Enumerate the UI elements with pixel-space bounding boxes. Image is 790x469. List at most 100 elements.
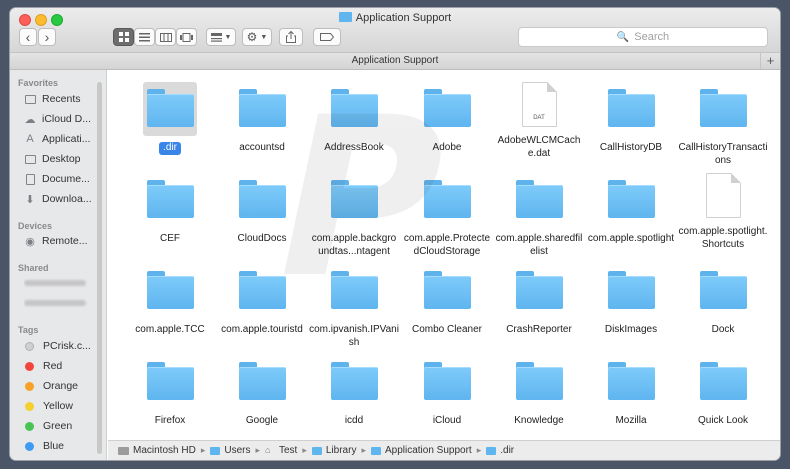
tag-icon bbox=[320, 33, 334, 41]
file-label: Google bbox=[217, 415, 307, 428]
folder-item[interactable]: com.ipvanish.IPVanish bbox=[309, 264, 399, 349]
folder-item[interactable]: com.apple.spotlight bbox=[586, 173, 676, 246]
folder-icon bbox=[330, 362, 378, 400]
folder-item[interactable]: CallHistoryDB bbox=[586, 82, 676, 155]
breadcrumb-users[interactable]: Users bbox=[210, 445, 250, 456]
file-item[interactable]: com.apple.spotlight.Shortcuts bbox=[678, 173, 768, 251]
file-label: .dir bbox=[125, 142, 215, 155]
sidebar-tag-yellow[interactable]: Yellow bbox=[24, 398, 106, 414]
file-name: com.apple.backgroundtas...ntagent bbox=[311, 233, 397, 257]
folder-item[interactable]: Knowledge bbox=[494, 355, 584, 428]
disc-icon: ◉ bbox=[25, 235, 35, 248]
file-label: CallHistoryTransactions bbox=[678, 142, 768, 167]
chevron-right-icon: ▸ bbox=[255, 445, 260, 455]
file-label: CloudDocs bbox=[217, 233, 307, 246]
share-button[interactable] bbox=[279, 28, 303, 46]
finder-window: Application Support ‹ › ▼ ⚙ ▼ � bbox=[10, 8, 780, 460]
sidebar-tag-blue[interactable]: Blue bbox=[24, 438, 106, 454]
folder-icon bbox=[607, 362, 655, 400]
folder-icon bbox=[699, 362, 747, 400]
document-icon bbox=[705, 173, 741, 218]
breadcrumb-macintosh-hd[interactable]: Macintosh HD bbox=[118, 445, 196, 456]
sidebar-item-desktop[interactable]: Desktop bbox=[24, 151, 106, 167]
file-name: com.ipvanish.IPVanish bbox=[309, 324, 399, 348]
folder-item[interactable]: DiskImages bbox=[586, 264, 676, 337]
sidebar-item-remote-disc[interactable]: ◉ Remote... bbox=[24, 233, 106, 249]
sidebar-tag-green[interactable]: Green bbox=[24, 418, 106, 434]
folder-item[interactable]: Combo Cleaner bbox=[402, 264, 492, 337]
sidebar-tag-pcrisk[interactable]: PCrisk.c... bbox=[24, 338, 106, 354]
file-name: icdd bbox=[344, 415, 364, 426]
breadcrumb-test[interactable]: ⌂ Test bbox=[265, 445, 297, 456]
file-label: CallHistoryDB bbox=[586, 142, 676, 155]
tag-color-dot bbox=[25, 341, 34, 351]
breadcrumb-application-support[interactable]: Application Support bbox=[370, 445, 472, 456]
breadcrumb-dir[interactable]: .dir bbox=[486, 445, 514, 456]
file-item[interactable]: DAT AdobeWLCMCache.dat bbox=[494, 82, 584, 160]
file-name: DiskImages bbox=[604, 324, 658, 335]
folder-item[interactable]: iCloud bbox=[402, 355, 492, 428]
sidebar-tag-orange[interactable]: Orange bbox=[24, 378, 106, 394]
sidebar-tag-red[interactable]: Red bbox=[24, 358, 106, 374]
folder-item[interactable]: icdd bbox=[309, 355, 399, 428]
folder-item[interactable]: .dir bbox=[125, 82, 215, 155]
file-name: .dir bbox=[159, 142, 181, 155]
folder-item[interactable]: com.apple.backgroundtas...ntagent bbox=[309, 173, 399, 258]
chevron-down-icon: ▼ bbox=[224, 33, 232, 41]
folder-icon bbox=[607, 180, 655, 218]
sidebar-item-recents[interactable]: Recents bbox=[24, 91, 106, 107]
icon-view-button[interactable] bbox=[113, 28, 134, 46]
recents-icon bbox=[24, 93, 36, 105]
forward-button[interactable]: › bbox=[38, 28, 56, 46]
sidebar-item-shared-2[interactable] bbox=[24, 295, 106, 311]
share-icon bbox=[286, 31, 296, 43]
folder-item[interactable]: Quick Look bbox=[678, 355, 768, 428]
sidebar-item-applications[interactable]: A Applicati... bbox=[24, 131, 106, 147]
file-label: com.apple.spotlight bbox=[586, 233, 676, 246]
folder-item[interactable]: Mozilla bbox=[586, 355, 676, 428]
sidebar-item-icloud[interactable]: ☁ iCloud D... bbox=[24, 111, 106, 127]
folder-item[interactable]: AddressBook bbox=[309, 82, 399, 155]
folder-item[interactable]: accountsd bbox=[217, 82, 307, 155]
file-label: icdd bbox=[309, 415, 399, 428]
folder-item[interactable]: com.apple.ProtectedCloudStorage bbox=[402, 173, 492, 258]
gallery-view-button[interactable] bbox=[176, 28, 197, 46]
file-name: Combo Cleaner bbox=[411, 324, 483, 335]
action-menu-button[interactable]: ⚙ ▼ bbox=[242, 28, 272, 46]
folder-item[interactable]: CallHistoryTransactions bbox=[678, 82, 768, 167]
folder-icon bbox=[423, 362, 471, 400]
folder-icon bbox=[607, 271, 655, 309]
back-button[interactable]: ‹ bbox=[19, 28, 37, 46]
folder-item[interactable]: com.apple.TCC bbox=[125, 264, 215, 337]
sidebar-item-downloads[interactable]: ⬇ Downloa... bbox=[24, 191, 106, 207]
folder-item[interactable]: Dock bbox=[678, 264, 768, 337]
tag-color-dot bbox=[25, 421, 34, 431]
file-label: com.apple.TCC bbox=[125, 324, 215, 337]
list-view-button[interactable] bbox=[134, 28, 155, 46]
folder-icon bbox=[238, 362, 286, 400]
sidebar-scrollbar[interactable] bbox=[97, 82, 102, 454]
folder-item[interactable]: Firefox bbox=[125, 355, 215, 428]
file-label: Combo Cleaner bbox=[402, 324, 492, 337]
tab-application-support[interactable]: Application Support bbox=[352, 55, 439, 66]
sidebar-item-shared-1[interactable] bbox=[24, 275, 106, 291]
folder-item[interactable]: Adobe bbox=[402, 82, 492, 155]
folder-item[interactable]: CEF bbox=[125, 173, 215, 246]
file-name: com.apple.TCC bbox=[135, 324, 205, 335]
breadcrumb-library[interactable]: Library bbox=[311, 445, 356, 456]
file-name: Mozilla bbox=[615, 415, 647, 426]
group-by-button[interactable]: ▼ bbox=[206, 28, 236, 46]
folder-icon bbox=[515, 271, 563, 309]
folder-item[interactable]: CrashReporter bbox=[494, 264, 584, 337]
folder-item[interactable]: com.apple.sharedfilelist bbox=[494, 173, 584, 258]
sidebar-item-documents[interactable]: Docume... bbox=[24, 171, 106, 187]
shared-header: Shared bbox=[18, 263, 49, 273]
folder-item[interactable]: com.apple.touristd bbox=[217, 264, 307, 337]
folder-icon bbox=[238, 271, 286, 309]
folder-item[interactable]: CloudDocs bbox=[217, 173, 307, 246]
column-view-button[interactable] bbox=[155, 28, 176, 46]
edit-tags-button[interactable] bbox=[313, 28, 341, 46]
new-tab-button[interactable]: + bbox=[760, 53, 780, 69]
search-field[interactable]: 🔍 Search bbox=[518, 27, 768, 47]
folder-item[interactable]: Google bbox=[217, 355, 307, 428]
